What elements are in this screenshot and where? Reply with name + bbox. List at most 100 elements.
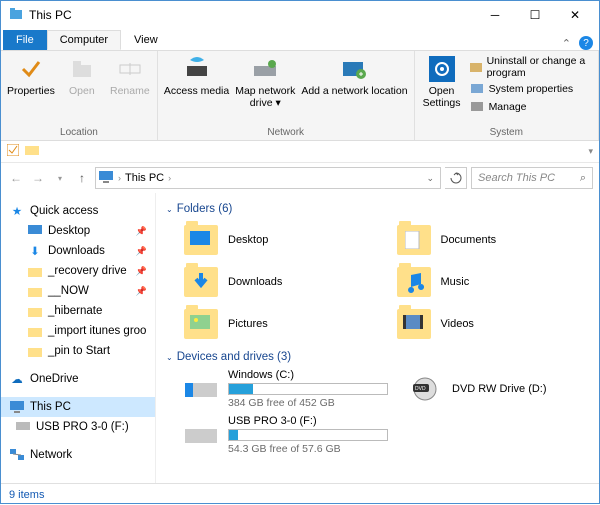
ribbon-group-network: Access media Map network drive ▾ Add a n… (158, 51, 415, 140)
group-label-system: System (421, 125, 592, 138)
map-drive-button[interactable]: Map network drive ▾ (235, 55, 295, 109)
folder-icon (27, 303, 43, 319)
qat-checkbox-icon[interactable] (7, 144, 19, 159)
tab-computer[interactable]: Computer (47, 30, 121, 50)
ribbon-group-system: Open Settings Uninstall or change a prog… (415, 51, 599, 140)
nav-item-hibernate[interactable]: _hibernate (1, 301, 155, 321)
folder-icon (27, 323, 43, 339)
system-props-label: System properties (489, 83, 574, 95)
drive-name: DVD RW Drive (D:) (452, 383, 589, 395)
recent-dropdown[interactable]: ▾ (51, 169, 69, 187)
map-drive-label: Map network drive ▾ (235, 85, 295, 109)
add-location-button[interactable]: Add a network location (301, 55, 407, 97)
downloads-icon: ⬇ (27, 243, 43, 259)
nav-onedrive[interactable]: ☁OneDrive (1, 369, 155, 389)
back-button[interactable]: ← (7, 169, 25, 187)
settings-icon (428, 55, 456, 83)
help-icon[interactable]: ? (579, 36, 593, 50)
folder-icon (397, 225, 431, 255)
close-button[interactable]: ✕ (555, 1, 595, 29)
drives-section-header[interactable]: ⌄ Devices and drives (3) (166, 351, 589, 363)
minimize-ribbon-icon[interactable]: ⌃ (562, 37, 571, 50)
refresh-button[interactable] (445, 167, 467, 189)
content-pane: ⌄ Folders (6) Desktop Documents Download… (156, 193, 599, 483)
hdd-icon (184, 376, 218, 402)
qat-folder-icon[interactable] (25, 144, 39, 159)
capacity-bar (228, 429, 388, 441)
rename-label: Rename (110, 85, 150, 97)
folder-icon (397, 267, 431, 297)
ribbon: Properties Open Rename Location Access m… (1, 51, 599, 141)
folder-videos[interactable]: Videos (397, 305, 590, 343)
nav-item-downloads[interactable]: ⬇Downloads📌 (1, 241, 155, 261)
drive-name: Windows (C:) (228, 369, 388, 381)
nav-network[interactable]: Network (1, 445, 155, 465)
drive-dvd[interactable]: DVD DVD RW Drive (D:) (408, 369, 589, 409)
search-box[interactable]: Search This PC ⌕ (471, 167, 593, 189)
nav-item-now[interactable]: __NOW📌 (1, 281, 155, 301)
folder-icon (27, 343, 43, 359)
drive-usb[interactable]: USB PRO 3-0 (F:) 54.3 GB free of 57.6 GB (184, 415, 388, 455)
system-properties-button[interactable]: System properties (469, 81, 592, 97)
folder-icon (184, 267, 218, 297)
folder-pictures[interactable]: Pictures (184, 305, 377, 343)
folder-icon (184, 225, 218, 255)
folder-icon (397, 309, 431, 339)
open-settings-button[interactable]: Open Settings (421, 55, 463, 109)
folder-documents[interactable]: Documents (397, 221, 590, 259)
folder-music[interactable]: Music (397, 263, 590, 301)
capacity-bar (228, 383, 388, 395)
add-location-icon (340, 55, 368, 83)
up-button[interactable]: ↑ (73, 169, 91, 187)
nav-item-pin[interactable]: _pin to Start (1, 341, 155, 361)
search-placeholder: Search This PC (478, 172, 555, 184)
system-props-icon (469, 81, 485, 97)
nav-item-import[interactable]: _import itunes groo (1, 321, 155, 341)
media-icon (183, 55, 211, 83)
address-crumb[interactable]: This PC (125, 172, 164, 184)
nav-item-recovery[interactable]: _recovery drive📌 (1, 261, 155, 281)
pin-icon: 📌 (136, 266, 147, 277)
status-text: 9 items (9, 489, 44, 501)
manage-button[interactable]: Manage (469, 99, 592, 115)
properties-label: Properties (7, 85, 55, 97)
folder-icon (27, 263, 43, 279)
drive-free-text: 384 GB free of 452 GB (228, 397, 388, 409)
uninstall-button[interactable]: Uninstall or change a program (469, 55, 592, 79)
chevron-down-icon: ⌄ (166, 353, 173, 362)
nav-this-pc[interactable]: This PC (1, 397, 155, 417)
folders-section-header[interactable]: ⌄ Folders (6) (166, 203, 589, 215)
properties-button[interactable]: Properties (7, 55, 55, 97)
address-dropdown-icon[interactable]: ⌄ (426, 173, 434, 184)
open-label: Open (69, 85, 95, 97)
folder-desktop[interactable]: Desktop (184, 221, 377, 259)
forward-button[interactable]: → (29, 169, 47, 187)
drive-free-text: 54.3 GB free of 57.6 GB (228, 443, 388, 455)
pc-icon (98, 170, 114, 187)
nav-item-desktop[interactable]: Desktop📌 (1, 221, 155, 241)
address-box[interactable]: › This PC › ⌄ (95, 167, 441, 189)
ribbon-group-location: Properties Open Rename Location (1, 51, 158, 140)
pc-icon (9, 399, 25, 415)
maximize-button[interactable]: ☐ (515, 1, 555, 29)
open-button: Open (61, 55, 103, 97)
tab-view[interactable]: View (121, 30, 171, 50)
rename-button: Rename (109, 55, 151, 97)
group-label-network: Network (164, 125, 408, 138)
qat-dropdown-icon[interactable]: ▾ (588, 146, 593, 157)
manage-icon (469, 99, 485, 115)
folder-icon (27, 283, 43, 299)
access-media-button[interactable]: Access media (164, 55, 229, 97)
uninstall-icon (469, 59, 483, 75)
folder-downloads[interactable]: Downloads (184, 263, 377, 301)
nav-quick-access[interactable]: ★ Quick access (1, 201, 155, 221)
nav-usb[interactable]: USB PRO 3-0 (F:) (1, 417, 155, 437)
open-settings-label: Open Settings (423, 85, 461, 109)
uninstall-label: Uninstall or change a program (487, 55, 592, 79)
drive-c[interactable]: Windows (C:) 384 GB free of 452 GB (184, 369, 388, 409)
access-media-label: Access media (164, 85, 229, 97)
quick-access-toolbar: ▾ (1, 141, 599, 163)
minimize-button[interactable]: ─ (475, 1, 515, 29)
map-drive-icon (251, 55, 279, 83)
tab-file[interactable]: File (3, 30, 47, 50)
